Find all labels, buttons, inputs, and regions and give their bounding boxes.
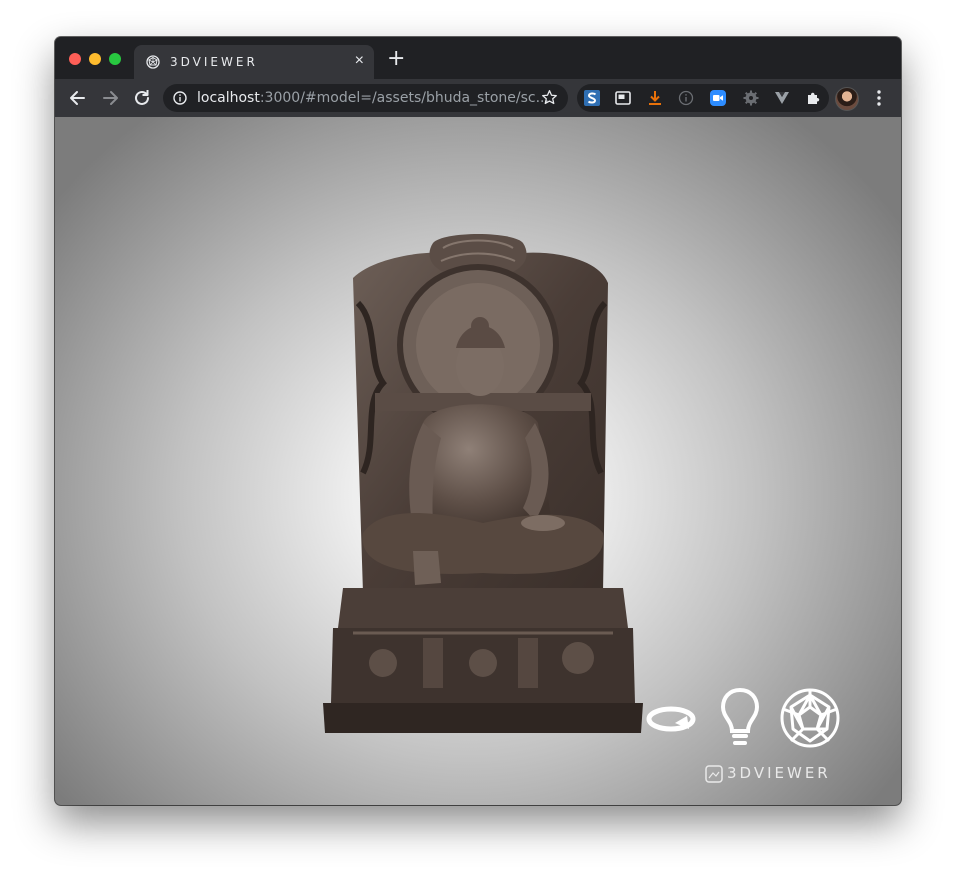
- tab-strip: 3DVIEWER × +: [55, 37, 901, 79]
- site-info-icon[interactable]: [173, 91, 187, 105]
- extensions-area: [577, 84, 829, 112]
- 3dviewer-logo-icon: [705, 765, 723, 783]
- extensions-puzzle-icon[interactable]: [806, 90, 822, 106]
- browser-menu-icon[interactable]: [873, 89, 885, 107]
- auto-rotate-icon[interactable]: [645, 701, 697, 737]
- download-icon[interactable]: [647, 90, 663, 106]
- new-tab-button[interactable]: +: [387, 48, 405, 70]
- wireframe-icon[interactable]: [779, 687, 841, 749]
- tab-close-icon[interactable]: ×: [355, 52, 364, 70]
- s-extension-icon[interactable]: [584, 90, 600, 106]
- browser-window: 3DVIEWER × + localhost:3000/#model=/asse…: [55, 37, 901, 805]
- 3dviewer-logo-icon: [146, 55, 160, 69]
- browser-toolbar: localhost:3000/#model=/assets/bhuda_ston…: [55, 79, 901, 117]
- window-minimize-button[interactable]: [89, 53, 101, 65]
- address-bar[interactable]: localhost:3000/#model=/assets/bhuda_ston…: [163, 84, 568, 112]
- window-close-button[interactable]: [69, 53, 81, 65]
- url-text: localhost:3000/#model=/assets/bhuda_ston…: [197, 90, 549, 106]
- brand-text: 3DVIEWER: [727, 764, 831, 782]
- reload-icon[interactable]: [131, 87, 153, 109]
- zoom-icon[interactable]: [710, 90, 726, 106]
- url-path: :3000/#model=/assets/bhuda_stone/sc...: [259, 90, 549, 106]
- lighting-bulb-icon[interactable]: [720, 687, 760, 749]
- 3d-viewport[interactable]: 3DVIEWER: [55, 117, 901, 805]
- bookmark-star-icon[interactable]: [541, 89, 558, 106]
- url-host: localhost: [197, 90, 260, 106]
- picture-in-picture-icon[interactable]: [615, 90, 631, 106]
- window-maximize-button[interactable]: [109, 53, 121, 65]
- tab-title: 3DVIEWER: [170, 55, 258, 69]
- buddha-statue-model[interactable]: [323, 233, 643, 738]
- back-arrow-icon[interactable]: [67, 87, 89, 109]
- settings-gear-icon[interactable]: [743, 90, 759, 106]
- forward-arrow-icon[interactable]: [99, 87, 121, 109]
- profile-avatar[interactable]: [835, 87, 859, 111]
- tab-3dviewer[interactable]: 3DVIEWER ×: [134, 45, 374, 79]
- vuejs-devtools-icon[interactable]: [774, 90, 790, 106]
- info-icon[interactable]: [678, 90, 694, 106]
